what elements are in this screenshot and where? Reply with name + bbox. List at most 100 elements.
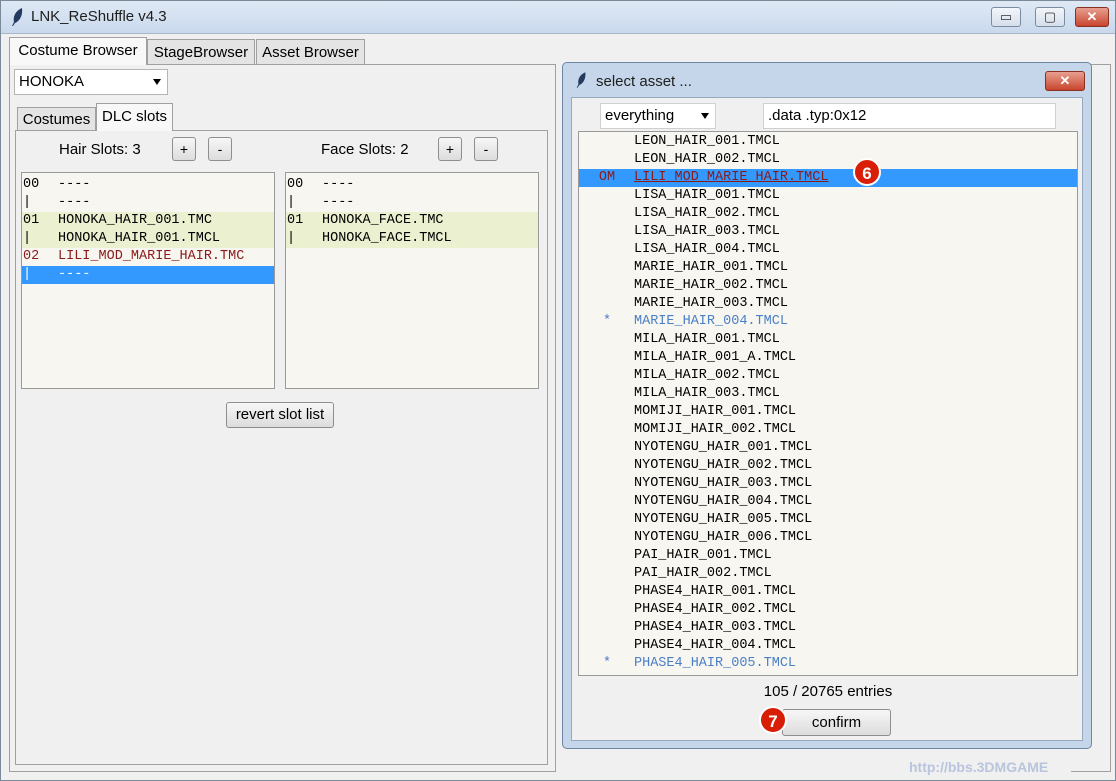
tab-costume-browser[interactable]: Costume Browser [9, 37, 147, 65]
asset-marker: OM [598, 170, 616, 185]
face-slot-row[interactable]: 01 HONOKA_FACE.TMC [286, 212, 538, 230]
asset-row[interactable]: LEON_HAIR_001.TMCL [579, 133, 1077, 151]
asset-row[interactable]: LEON_HAIR_002.TMCL [579, 151, 1077, 169]
hair-slot-row[interactable]: | HONOKA_HAIR_001.TMCL [22, 230, 274, 248]
asset-name: MILA_HAIR_001_A.TMCL [634, 350, 797, 365]
asset-row[interactable]: LISA_HAIR_001.TMCL [579, 187, 1077, 205]
tab-asset-browser[interactable]: Asset Browser [256, 39, 365, 65]
hair-slot-row[interactable]: | ---- [22, 266, 274, 284]
asset-name: PHASE4_HAIR_002.TMCL [634, 602, 797, 617]
hair-slot-row[interactable]: | ---- [22, 194, 274, 212]
hair-slot-row[interactable]: 01 HONOKA_HAIR_001.TMC [22, 212, 274, 230]
search-input[interactable]: .data .typ:0x12 [763, 103, 1056, 129]
search-input-value: .data .typ:0x12 [768, 107, 867, 124]
asset-row[interactable]: MARIE_HAIR_003.TMCL [579, 295, 1077, 313]
chevron-down-icon [701, 113, 709, 119]
hair-slot-row[interactable]: 00 ---- [22, 176, 274, 194]
asset-name: NYOTENGU_HAIR_001.TMCL [634, 440, 813, 455]
asset-row[interactable]: * MARIE_HAIR_004.TMCL [579, 313, 1077, 331]
step-6-badge: 6 [853, 158, 881, 186]
remove-hair-slot-button[interactable]: - [208, 137, 232, 161]
asset-row[interactable]: LISA_HAIR_004.TMCL [579, 241, 1077, 259]
asset-row[interactable]: OM LILI_MOD_MARIE_HAIR.TMCL [579, 169, 1077, 187]
entry-count: 105 / 20765 entries [763, 683, 893, 700]
asset-row[interactable]: PHASE4_HAIR_003.TMCL [579, 619, 1077, 637]
step-7-badge: 7 [759, 706, 787, 734]
face-slot-list[interactable]: 00 ---- | ---- 01 HONOKA_FACE.TMC | HONOKA_FACE… [285, 172, 539, 389]
close-icon: ✕ [1086, 9, 1098, 24]
asset-row[interactable]: NYOTENGU_HAIR_006.TMCL [579, 529, 1077, 547]
dialog-close-button[interactable]: ✕ [1045, 71, 1085, 91]
hair-slot-name: LILI_MOD_MARIE_HAIR.TMC [58, 249, 245, 264]
asset-row[interactable]: LISA_HAIR_002.TMCL [579, 205, 1077, 223]
face-slot-name: HONOKA_FACE.TMCL [322, 231, 452, 246]
face-slot-row[interactable]: | HONOKA_FACE.TMCL [286, 230, 538, 248]
face-slot-index: | [287, 195, 296, 210]
tab-stage-browser[interactable]: StageBrowser [147, 39, 255, 65]
maximize-button[interactable]: ▢ [1035, 7, 1065, 27]
asset-marker: * [602, 656, 612, 671]
remove-face-slot-button[interactable]: - [474, 137, 498, 161]
asset-name: NYOTENGU_HAIR_004.TMCL [634, 494, 813, 509]
asset-row[interactable]: PAI_HAIR_001.TMCL [579, 547, 1077, 565]
add-hair-slot-button[interactable]: + [172, 137, 196, 161]
asset-marker: * [602, 314, 612, 329]
tab-dlc-slots[interactable]: DLC slots [96, 103, 173, 131]
asset-list[interactable]: LEON_HAIR_001.TMCL LEON_HAIR_002.TMCL OM LI… [578, 131, 1078, 676]
hair-slot-index: 02 [23, 249, 40, 264]
close-button[interactable]: ✕ [1075, 7, 1109, 27]
face-slot-row[interactable]: | ---- [286, 194, 538, 212]
asset-row[interactable]: PAI_HAIR_002.TMCL [579, 565, 1077, 583]
hair-slots-label: Hair Slots: 3 [59, 141, 141, 158]
hair-slot-index: | [23, 195, 32, 210]
asset-name: NYOTENGU_HAIR_002.TMCL [634, 458, 813, 473]
asset-row[interactable]: MILA_HAIR_001_A.TMCL [579, 349, 1077, 367]
asset-name: PHASE4_HAIR_005.TMCL [634, 656, 797, 671]
asset-row[interactable]: NYOTENGU_HAIR_005.TMCL [579, 511, 1077, 529]
asset-name: NYOTENGU_HAIR_006.TMCL [634, 530, 813, 545]
asset-row[interactable]: MILA_HAIR_003.TMCL [579, 385, 1077, 403]
minimize-button[interactable]: ▭ [991, 7, 1021, 27]
character-dropdown-value: HONOKA [19, 73, 85, 90]
revert-slot-list-button[interactable]: revert slot list [226, 402, 334, 428]
asset-row[interactable]: MOMIJI_HAIR_002.TMCL [579, 421, 1077, 439]
hair-slot-name: ---- [58, 195, 91, 210]
hair-slot-list[interactable]: 00 ---- | ---- 01 HONOKA_HAIR_001.TMC | HONOKA_… [21, 172, 275, 389]
hair-slot-name: ---- [58, 267, 91, 282]
asset-name: MOMIJI_HAIR_001.TMCL [634, 404, 797, 419]
asset-row[interactable]: MILA_HAIR_002.TMCL [579, 367, 1077, 385]
asset-row[interactable]: NYOTENGU_HAIR_003.TMCL [579, 475, 1077, 493]
face-slot-index: 00 [287, 177, 304, 192]
hair-slot-row[interactable]: 02 LILI_MOD_MARIE_HAIR.TMC [22, 248, 274, 266]
asset-name: PAI_HAIR_001.TMCL [634, 548, 772, 563]
confirm-button[interactable]: confirm [782, 709, 891, 736]
dialog-body: everything .data .typ:0x12 LEON_HAIR_001… [571, 97, 1083, 741]
asset-row[interactable]: PHASE4_HAIR_002.TMCL [579, 601, 1077, 619]
asset-row[interactable]: PHASE4_HAIR_004.TMCL [579, 637, 1077, 655]
asset-name: PHASE4_HAIR_004.TMCL [634, 638, 797, 653]
chevron-down-icon [153, 79, 161, 85]
face-slots-label: Face Slots: 2 [321, 141, 409, 158]
asset-row[interactable]: LISA_HAIR_003.TMCL [579, 223, 1077, 241]
face-slot-row[interactable]: 00 ---- [286, 176, 538, 194]
asset-row[interactable]: MARIE_HAIR_002.TMCL [579, 277, 1077, 295]
asset-row[interactable]: NYOTENGU_HAIR_004.TMCL [579, 493, 1077, 511]
asset-name: LEON_HAIR_002.TMCL [634, 152, 780, 167]
asset-row[interactable]: PHASE4_HAIR_001.TMCL [579, 583, 1077, 601]
asset-row[interactable]: MILA_HAIR_001.TMCL [579, 331, 1077, 349]
asset-name: LISA_HAIR_003.TMCL [634, 224, 780, 239]
filter-dropdown[interactable]: everything [600, 103, 716, 129]
asset-name: MARIE_HAIR_004.TMCL [634, 314, 788, 329]
asset-row[interactable]: MARIE_HAIR_001.TMCL [579, 259, 1077, 277]
character-dropdown[interactable]: HONOKA [14, 69, 168, 95]
minimize-icon: ▭ [999, 9, 1013, 24]
tab-costumes[interactable]: Costumes [17, 107, 96, 131]
asset-row[interactable]: * PHASE4_HAIR_005.TMCL [579, 655, 1077, 673]
asset-row[interactable]: NYOTENGU_HAIR_002.TMCL [579, 457, 1077, 475]
add-face-slot-button[interactable]: + [438, 137, 462, 161]
asset-row[interactable]: MOMIJI_HAIR_001.TMCL [579, 403, 1077, 421]
asset-name: LILI_MOD_MARIE_HAIR.TMCL [634, 170, 829, 185]
asset-row[interactable]: NYOTENGU_HAIR_001.TMCL [579, 439, 1077, 457]
window-title: LNK_ReShuffle v4.3 [31, 8, 167, 25]
feather-dialog-icon [575, 71, 587, 94]
